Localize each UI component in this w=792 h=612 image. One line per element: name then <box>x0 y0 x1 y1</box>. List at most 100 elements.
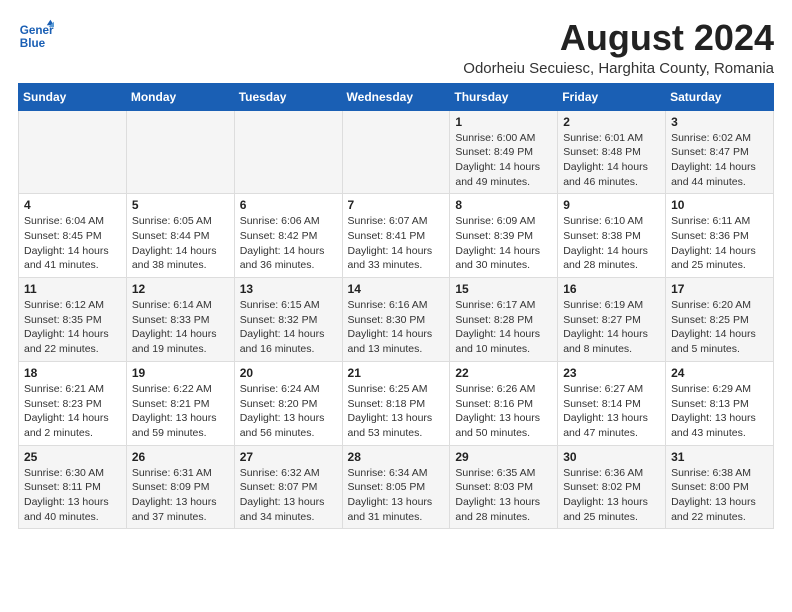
calendar-cell: 2 Sunrise: 6:01 AM Sunset: 8:48 PM Daylig… <box>558 110 666 194</box>
main-title: August 2024 <box>463 18 774 58</box>
calendar-cell: 24 Sunrise: 6:29 AM Sunset: 8:13 PM Dayli… <box>666 361 774 445</box>
calendar-cell: 11 Sunrise: 6:12 AM Sunset: 8:35 PM Dayli… <box>19 278 127 362</box>
calendar-week-row: 1 Sunrise: 6:00 AM Sunset: 8:49 PM Daylig… <box>19 110 774 194</box>
page: General Blue August 2024 Odorheiu Secuie… <box>0 0 792 539</box>
day-number: 11 <box>24 282 121 296</box>
svg-text:General: General <box>20 24 54 37</box>
day-number: 19 <box>132 366 229 380</box>
weekday-header-wednesday: Wednesday <box>342 83 450 110</box>
day-info: Sunrise: 6:20 AM Sunset: 8:25 PM Dayligh… <box>671 298 768 357</box>
calendar-cell: 23 Sunrise: 6:27 AM Sunset: 8:14 PM Dayli… <box>558 361 666 445</box>
calendar-cell: 8 Sunrise: 6:09 AM Sunset: 8:39 PM Daylig… <box>450 194 558 278</box>
day-number: 20 <box>240 366 337 380</box>
day-number: 30 <box>563 450 660 464</box>
day-number: 29 <box>455 450 552 464</box>
day-info: Sunrise: 6:31 AM Sunset: 8:09 PM Dayligh… <box>132 466 229 525</box>
day-number: 1 <box>455 115 552 129</box>
calendar-cell: 5Sunrise: 6:05 AM Sunset: 8:44 PM Daylig… <box>126 194 234 278</box>
day-info: Sunrise: 6:21 AM Sunset: 8:23 PM Dayligh… <box>24 382 121 441</box>
day-number: 25 <box>24 450 121 464</box>
day-number: 31 <box>671 450 768 464</box>
calendar-cell: 22 Sunrise: 6:26 AM Sunset: 8:16 PM Dayli… <box>450 361 558 445</box>
calendar-cell: 26 Sunrise: 6:31 AM Sunset: 8:09 PM Dayli… <box>126 445 234 529</box>
day-number: 23 <box>563 366 660 380</box>
day-info: Sunrise: 6:15 AM Sunset: 8:32 PM Dayligh… <box>240 298 337 357</box>
weekday-header-thursday: Thursday <box>450 83 558 110</box>
day-info: Sunrise: 6:06 AM Sunset: 8:42 PM Dayligh… <box>240 214 337 273</box>
day-number: 7 <box>348 198 445 212</box>
day-info: Sunrise: 6:04 AM Sunset: 8:45 PM Dayligh… <box>24 214 121 273</box>
header: General Blue August 2024 Odorheiu Secuie… <box>18 18 774 77</box>
day-info: Sunrise: 6:24 AM Sunset: 8:20 PM Dayligh… <box>240 382 337 441</box>
day-info: Sunrise: 6:27 AM Sunset: 8:14 PM Dayligh… <box>563 382 660 441</box>
calendar-cell: 31 Sunrise: 6:38 AM Sunset: 8:00 PM Dayli… <box>666 445 774 529</box>
day-number: 18 <box>24 366 121 380</box>
calendar-cell: 17 Sunrise: 6:20 AM Sunset: 8:25 PM Dayli… <box>666 278 774 362</box>
calendar-cell: 6Sunrise: 6:06 AM Sunset: 8:42 PM Daylig… <box>234 194 342 278</box>
day-number: 21 <box>348 366 445 380</box>
day-number: 22 <box>455 366 552 380</box>
day-info: Sunrise: 6:32 AM Sunset: 8:07 PM Dayligh… <box>240 466 337 525</box>
day-info: Sunrise: 6:38 AM Sunset: 8:00 PM Dayligh… <box>671 466 768 525</box>
logo: General Blue <box>18 18 58 54</box>
weekday-header-tuesday: Tuesday <box>234 83 342 110</box>
day-number: 12 <box>132 282 229 296</box>
weekday-header-friday: Friday <box>558 83 666 110</box>
calendar-cell: 27 Sunrise: 6:32 AM Sunset: 8:07 PM Dayli… <box>234 445 342 529</box>
day-info: Sunrise: 6:07 AM Sunset: 8:41 PM Dayligh… <box>348 214 445 273</box>
calendar-week-row: 18 Sunrise: 6:21 AM Sunset: 8:23 PM Dayli… <box>19 361 774 445</box>
day-info: Sunrise: 6:35 AM Sunset: 8:03 PM Dayligh… <box>455 466 552 525</box>
day-number: 4 <box>24 198 121 212</box>
day-info: Sunrise: 6:14 AM Sunset: 8:33 PM Dayligh… <box>132 298 229 357</box>
day-number: 8 <box>455 198 552 212</box>
day-info: Sunrise: 6:10 AM Sunset: 8:38 PM Dayligh… <box>563 214 660 273</box>
day-number: 15 <box>455 282 552 296</box>
general-blue-logo-icon: General Blue <box>18 18 54 54</box>
day-info: Sunrise: 6:30 AM Sunset: 8:11 PM Dayligh… <box>24 466 121 525</box>
day-number: 14 <box>348 282 445 296</box>
day-info: Sunrise: 6:12 AM Sunset: 8:35 PM Dayligh… <box>24 298 121 357</box>
calendar-cell: 10Sunrise: 6:11 AM Sunset: 8:36 PM Dayli… <box>666 194 774 278</box>
day-number: 3 <box>671 115 768 129</box>
day-number: 2 <box>563 115 660 129</box>
calendar-table: SundayMondayTuesdayWednesdayThursdayFrid… <box>18 83 774 530</box>
day-number: 28 <box>348 450 445 464</box>
calendar-week-row: 25 Sunrise: 6:30 AM Sunset: 8:11 PM Dayli… <box>19 445 774 529</box>
day-info: Sunrise: 6:01 AM Sunset: 8:48 PM Dayligh… <box>563 131 660 190</box>
day-info: Sunrise: 6:25 AM Sunset: 8:18 PM Dayligh… <box>348 382 445 441</box>
calendar-cell: 21 Sunrise: 6:25 AM Sunset: 8:18 PM Dayli… <box>342 361 450 445</box>
calendar-week-row: 11 Sunrise: 6:12 AM Sunset: 8:35 PM Dayli… <box>19 278 774 362</box>
calendar-cell: 7 Sunrise: 6:07 AM Sunset: 8:41 PM Daylig… <box>342 194 450 278</box>
calendar-cell: 12 Sunrise: 6:14 AM Sunset: 8:33 PM Dayli… <box>126 278 234 362</box>
day-info: Sunrise: 6:19 AM Sunset: 8:27 PM Dayligh… <box>563 298 660 357</box>
weekday-header-row: SundayMondayTuesdayWednesdayThursdayFrid… <box>19 83 774 110</box>
calendar-cell: 13 Sunrise: 6:15 AM Sunset: 8:32 PM Dayli… <box>234 278 342 362</box>
subtitle: Odorheiu Secuiesc, Harghita County, Roma… <box>463 60 774 77</box>
calendar-cell: 16Sunrise: 6:19 AM Sunset: 8:27 PM Dayli… <box>558 278 666 362</box>
day-info: Sunrise: 6:29 AM Sunset: 8:13 PM Dayligh… <box>671 382 768 441</box>
day-info: Sunrise: 6:05 AM Sunset: 8:44 PM Dayligh… <box>132 214 229 273</box>
calendar-cell: 9Sunrise: 6:10 AM Sunset: 8:38 PM Daylig… <box>558 194 666 278</box>
day-info: Sunrise: 6:09 AM Sunset: 8:39 PM Dayligh… <box>455 214 552 273</box>
day-number: 13 <box>240 282 337 296</box>
day-number: 27 <box>240 450 337 464</box>
calendar-week-row: 4 Sunrise: 6:04 AM Sunset: 8:45 PM Daylig… <box>19 194 774 278</box>
day-info: Sunrise: 6:00 AM Sunset: 8:49 PM Dayligh… <box>455 131 552 190</box>
calendar-cell <box>342 110 450 194</box>
day-number: 26 <box>132 450 229 464</box>
day-info: Sunrise: 6:26 AM Sunset: 8:16 PM Dayligh… <box>455 382 552 441</box>
calendar-cell <box>19 110 127 194</box>
weekday-header-monday: Monday <box>126 83 234 110</box>
day-info: Sunrise: 6:17 AM Sunset: 8:28 PM Dayligh… <box>455 298 552 357</box>
calendar-cell <box>234 110 342 194</box>
title-block: August 2024 Odorheiu Secuiesc, Harghita … <box>463 18 774 77</box>
day-info: Sunrise: 6:02 AM Sunset: 8:47 PM Dayligh… <box>671 131 768 190</box>
calendar-cell: 20 Sunrise: 6:24 AM Sunset: 8:20 PM Dayli… <box>234 361 342 445</box>
weekday-header-saturday: Saturday <box>666 83 774 110</box>
day-number: 24 <box>671 366 768 380</box>
day-number: 17 <box>671 282 768 296</box>
weekday-header-sunday: Sunday <box>19 83 127 110</box>
day-info: Sunrise: 6:16 AM Sunset: 8:30 PM Dayligh… <box>348 298 445 357</box>
day-number: 10 <box>671 198 768 212</box>
day-info: Sunrise: 6:36 AM Sunset: 8:02 PM Dayligh… <box>563 466 660 525</box>
